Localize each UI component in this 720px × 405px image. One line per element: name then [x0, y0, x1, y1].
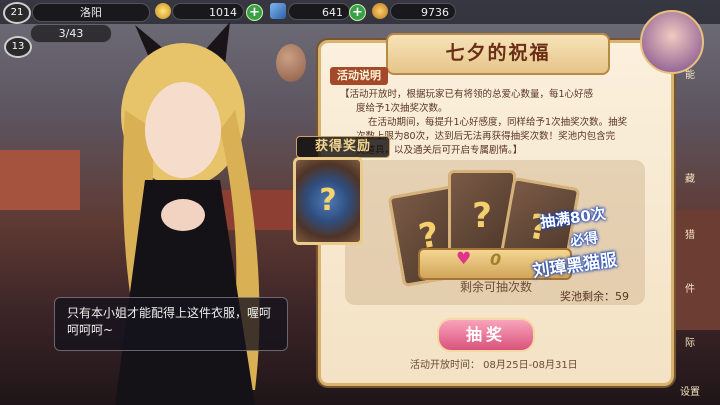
ingot-amount: 9736 — [390, 3, 456, 20]
settings-menu-item[interactable]: 设置 — [664, 383, 716, 398]
reward-card-icon[interactable]: ? — [293, 157, 363, 245]
side-menu-item[interactable]: 能 — [664, 66, 716, 81]
remaining-draw-count: 0 — [490, 250, 502, 269]
side-menu-item[interactable]: 藏 — [664, 170, 716, 185]
reward-popup-title: 获得奖励 — [296, 136, 390, 158]
prize-pool-remaining: 奖池剩余：59 — [560, 290, 629, 303]
gold-coin-icon — [155, 3, 171, 19]
event-period: 活动开放时间： 08月25日-08月31日 — [410, 360, 578, 371]
gold-amount: 1014 — [172, 3, 244, 20]
promo-line: 抽满80次 — [539, 204, 607, 232]
gem-amount: 641 — [288, 3, 350, 20]
dialogue-box[interactable]: 只有本小姐才能配得上这件衣服，喔呵呵呵呵~ — [54, 297, 288, 351]
heart-icon: ♥ — [456, 249, 472, 269]
side-menu-item[interactable]: 猎 — [664, 226, 716, 241]
rule-text: 在活动期间，每提升1心好感度，同样给予1次抽奖次数。抽奖 — [368, 117, 628, 128]
add-gem-plus-icon[interactable]: + — [349, 4, 366, 21]
character-avatar[interactable] — [640, 10, 704, 74]
dialogue-text: 只有本小姐才能配得上这件衣服，喔呵呵呵呵~ — [67, 306, 272, 337]
add-gold-plus-icon[interactable]: + — [246, 4, 263, 21]
rule-text: 【活动开放时，根据玩家已有将领的总爱心数量，每1心好感 — [340, 89, 594, 100]
rule-text: 度给予1次抽奖次数。 — [356, 103, 448, 114]
side-menu-item[interactable]: 件 — [664, 280, 716, 295]
event-title: 七夕的祝福 — [386, 33, 610, 75]
vip-badge[interactable]: 13 — [4, 36, 32, 58]
draw-button[interactable]: 抽奖 — [437, 318, 535, 352]
rule-text: 次数上限为80次，达到后无法再获得抽奖次数！奖池内包含完 — [356, 131, 616, 142]
player-level-badge[interactable]: 21 — [3, 2, 31, 24]
promo-text: 抽满80次 必得 刘璋黑猫服 — [530, 204, 665, 282]
rules-tag: 活动说明 — [330, 67, 388, 85]
promo-line: 刘璋黑猫服 — [531, 250, 619, 282]
side-menu-item[interactable]: 际 — [664, 334, 716, 349]
gem-icon — [270, 3, 286, 19]
ingot-icon — [372, 3, 388, 19]
